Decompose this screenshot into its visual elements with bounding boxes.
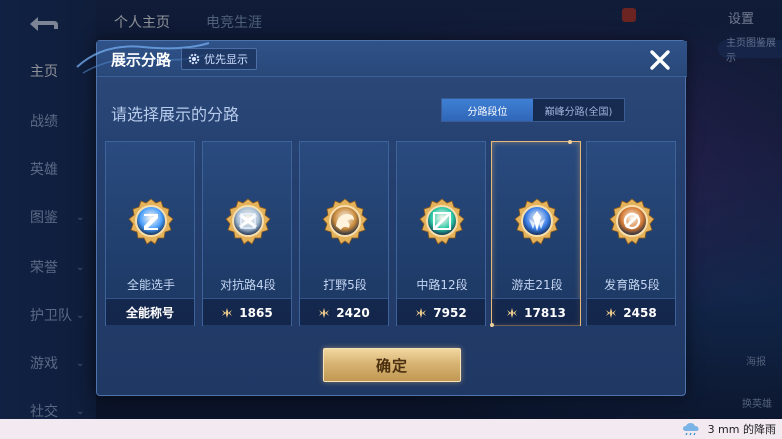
priority-display-label: 优先显示 [204,53,248,66]
selection-corner-dot [490,323,494,327]
lane-card-footer: 2420 [300,298,388,326]
lane-card[interactable]: 发育路5段 2458 [586,141,676,326]
lane-card-footer: 1865 [203,298,291,326]
lane-card-footer: 7952 [397,298,485,326]
weather-widget: 3 mm 的降雨 [682,421,776,437]
weather-strip: 3 mm 的降雨 [0,419,782,439]
rain-cloud-icon [682,423,699,436]
weather-text: 3 mm 的降雨 [707,423,776,436]
lane-card-title: 全能称号 [125,306,174,320]
lane-card[interactable]: 打野5段 2420 [299,141,389,326]
confirm-button[interactable]: 确定 [323,348,461,382]
jungle-emblem-icon [319,193,371,251]
rank-type-toggle: 分路段位 巅峰分路(全国) [441,98,625,122]
toggle-lane-rank[interactable]: 分路段位 [442,99,533,121]
lane-card-footer: 2458 [587,298,675,326]
points-icon [319,307,330,318]
close-icon [650,50,670,70]
lane-card-points: 2420 [336,305,370,320]
lane-card-points: 17813 [524,305,566,320]
priority-display-button[interactable]: 优先显示 [181,48,257,70]
toggle-peak-lane[interactable]: 巅峰分路(全国) [533,99,624,121]
lane-card[interactable]: 中路12段 7952 [396,141,486,326]
lane-card-rank: 发育路5段 [604,278,660,292]
lane-display-dialog: 展示分路 优先显示 请选择展示的分路 分路段位 巅峰分路(全国) 全能选手 全能… [76,40,687,396]
lane-card-points: 1865 [239,305,273,320]
lane-card-rank: 中路12段 [416,278,468,292]
points-icon [416,307,427,318]
roam-emblem-icon [511,193,563,251]
dialog-title: 展示分路 [111,51,172,69]
close-button[interactable] [645,45,675,75]
farm-lane-emblem-icon [606,193,658,251]
lane-card-list: 全能选手 全能称号 对抗路4段 1865 打野5段 2420 中路12段 795… [105,140,679,327]
gear-icon [188,53,200,65]
lane-card-rank: 游走21段 [511,278,563,292]
lane-card-points: 2458 [623,305,657,320]
lane-card-rank: 全能选手 [126,278,175,292]
lane-card[interactable]: 游走21段 17813 [490,140,581,327]
points-icon [606,307,617,318]
lane-card-rank: 对抗路4段 [220,278,276,292]
points-icon [222,307,233,318]
selection-prompt: 请选择展示的分路 [111,105,240,124]
all-round-emblem-icon [125,193,177,251]
lane-card-footer: 全能称号 [106,298,194,326]
points-icon [507,307,518,318]
dialog-header: 展示分路 优先显示 [76,41,687,77]
lane-card-rank: 打野5段 [323,278,367,292]
clash-lane-emblem-icon [222,193,274,251]
selection-corner-dot [568,140,572,144]
lane-card-points: 7952 [433,305,467,320]
lane-card-footer: 17813 [492,298,580,326]
lane-card[interactable]: 对抗路4段 1865 [202,141,292,326]
lane-card[interactable]: 全能选手 全能称号 [105,141,195,326]
mid-lane-emblem-icon [416,193,468,251]
